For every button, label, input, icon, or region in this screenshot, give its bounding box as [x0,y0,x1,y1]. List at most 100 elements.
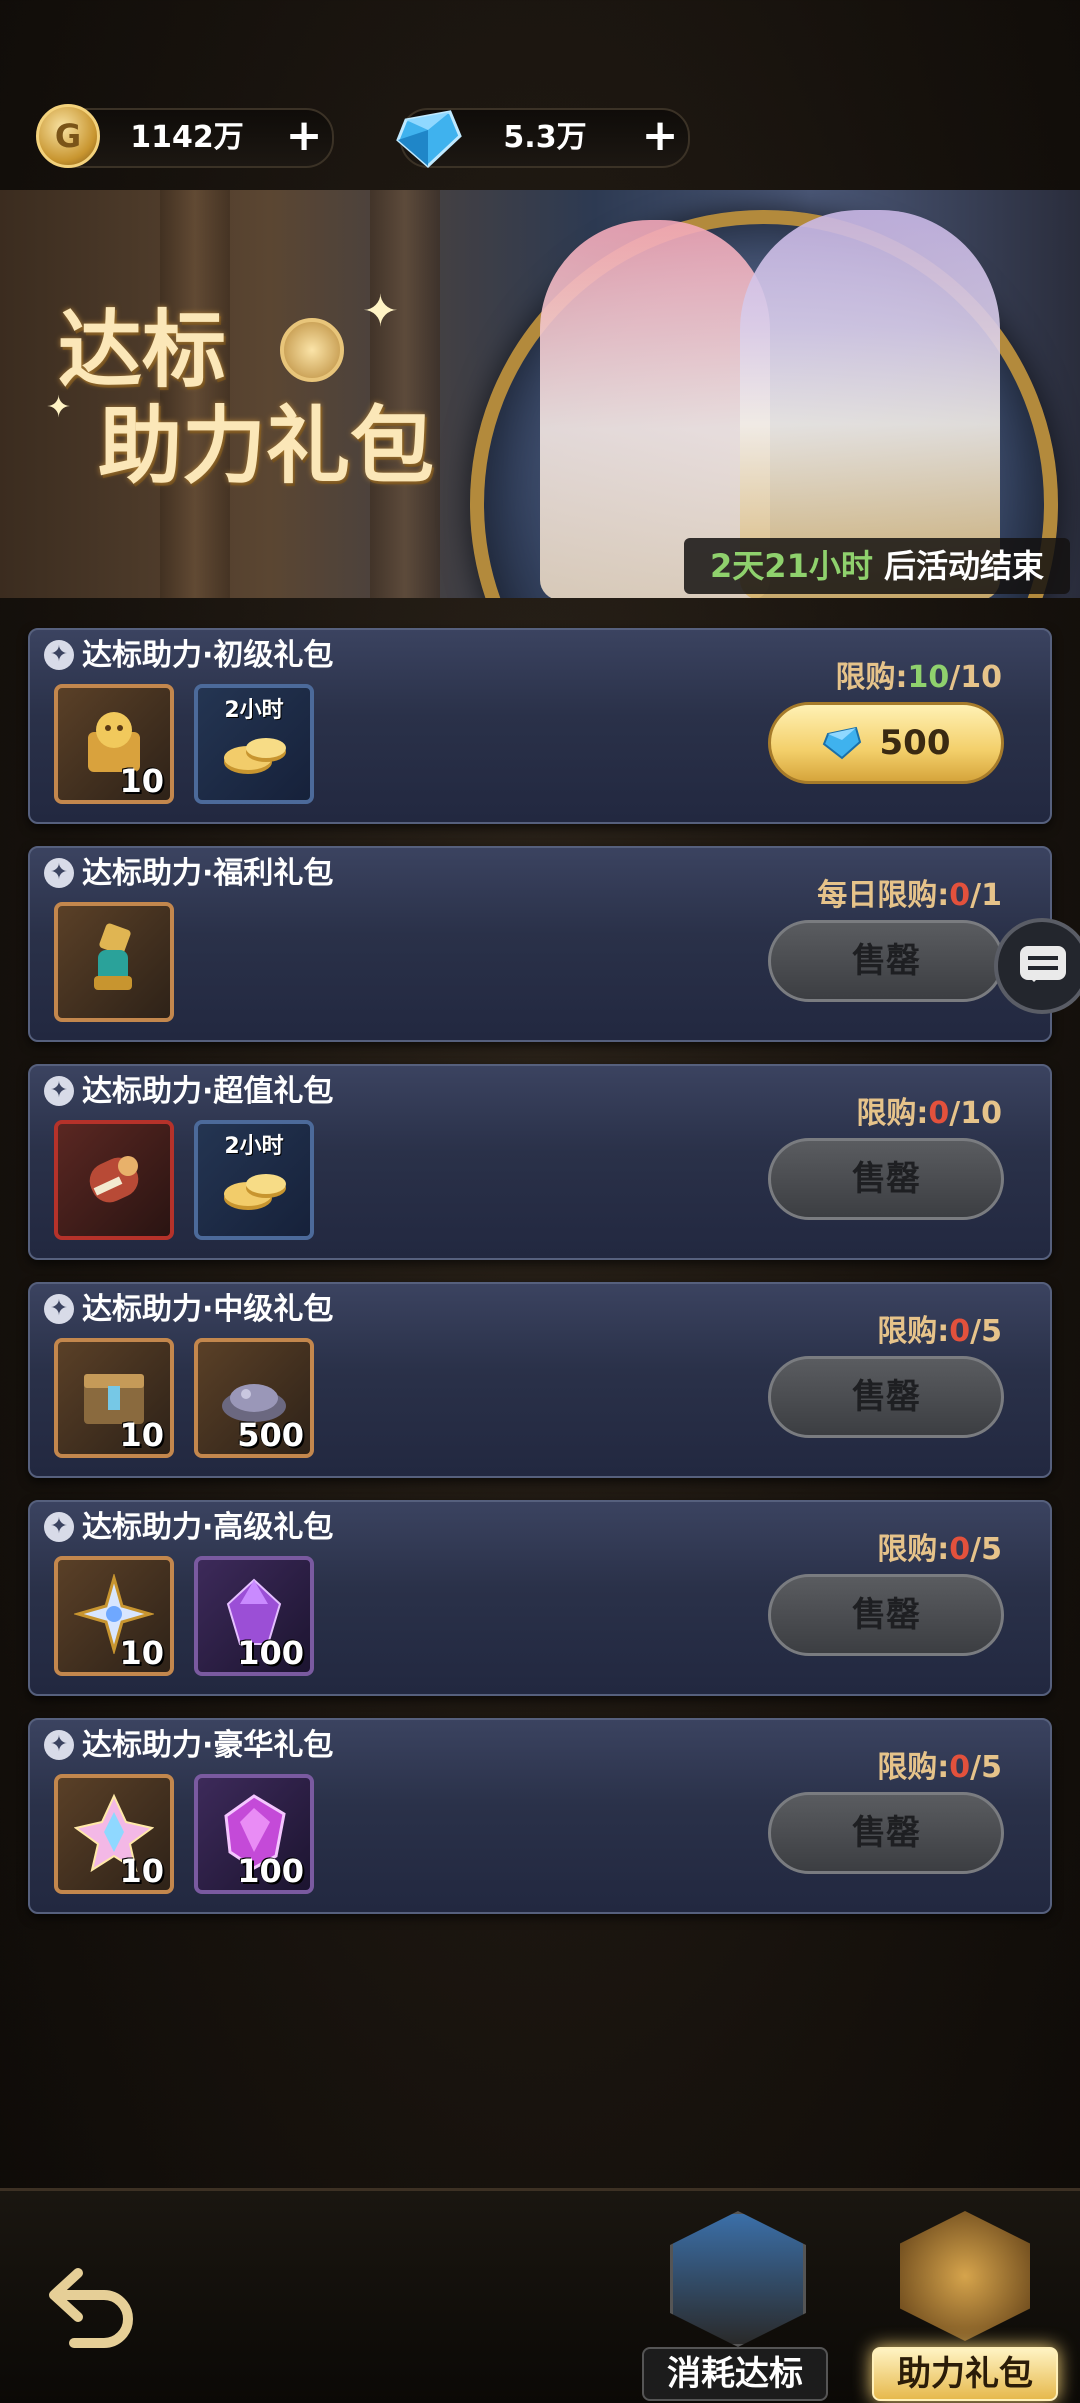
limit-max: /5 [970,1750,1002,1785]
tab-label: 消耗达标 [642,2347,828,2401]
treasure-chest-icon [670,2211,806,2347]
pack-title: 达标助力·超值礼包 [82,1074,334,1109]
chat-button[interactable] [994,918,1080,1014]
limit-used: 0 [949,1314,971,1349]
diamond-currency: 5.3万 + [396,108,690,169]
limit-max: /10 [949,660,1002,695]
item-purple-crystal[interactable]: 100 [194,1556,314,1676]
sparkle-badge-icon: ✦ [44,640,74,670]
sparkle-badge-icon: ✦ [44,1730,74,1760]
gold-coin-icon: G [36,104,100,168]
item-red-scroll[interactable] [54,1120,174,1240]
gold-currency: G 1142万 + [36,104,334,168]
banner-title-line1: 达标 [58,300,227,399]
pack-title: 达标助力·初级礼包 [82,638,334,673]
add-gold-button[interactable]: + [280,112,328,160]
item-count: 100 [237,1852,304,1890]
item-count: 10 [119,1416,164,1454]
limit-used: 0 [949,878,971,913]
back-arrow-icon[interactable] [44,2251,144,2351]
limit-max: /5 [970,1532,1002,1567]
sold-out-button[interactable]: 售罄 [768,1356,1004,1438]
item-gold-coins-2h[interactable]: 2小时 [194,684,314,804]
gold-amount: 1142万 [130,120,244,155]
tab-support-pack[interactable]: 助力礼包 [872,2211,1058,2401]
sold-out-button[interactable]: 售罄 [768,1792,1004,1874]
add-diamond-button[interactable]: + [636,112,684,160]
buy-price: 500 [879,723,951,763]
limit-label: 限购: [877,1750,950,1785]
limit-label: 限购: [877,1532,950,1567]
sparkle-badge-icon: ✦ [44,1512,74,1542]
item-count: 10 [119,1634,164,1672]
limit-used: 0 [949,1532,971,1567]
diamond-icon [396,110,462,169]
item-gift-chest[interactable]: 10 [54,1338,174,1458]
limit-label: 限购: [877,1314,950,1349]
banner-title: 达标 助力礼包 [58,302,434,494]
buy-button[interactable]: 500 [768,702,1004,784]
chat-icon [1020,946,1066,982]
limit-used: 0 [949,1750,971,1785]
item-count: 10 [119,762,164,800]
gold-chest-icon [900,2211,1030,2341]
pack-card: ✦ 达标助力·中级礼包 10 500 限购:0/5 售罄 [28,1282,1052,1478]
purchase-limit: 限购:0/5 [702,1524,1002,1568]
sparkle-badge-icon: ✦ [44,1294,74,1324]
item-gold-coins-2h[interactable]: 2小时 [194,1120,314,1240]
chat-icon-line [1028,966,1058,970]
sold-out-button[interactable]: 售罄 [768,1574,1004,1656]
gauntlet-icon [94,923,132,990]
diamond-amount: 5.3万 [503,120,587,155]
item-count: 10 [119,1852,164,1890]
limit-max: /10 [949,1096,1002,1131]
pack-title: 达标助力·中级礼包 [82,1292,334,1327]
banner-title-line2: 助力礼包 [98,396,435,495]
limit-label: 每日限购: [817,878,950,913]
chat-icon-line [1028,956,1058,960]
event-timer: 2天21小时 后活动结束 [684,538,1070,594]
red-scroll-icon [89,1156,139,1203]
limit-used: 10 [907,660,950,695]
tab-label: 助力礼包 [872,2347,1058,2401]
pack-title: 达标助力·高级礼包 [82,1510,334,1545]
item-star-crystal[interactable]: 10 [54,1556,174,1676]
item-ore-pile[interactable]: 500 [194,1338,314,1458]
purchase-limit: 限购:10/10 [702,652,1002,696]
timer-remaining: 2天21小时 [710,547,873,585]
sparkle-badge-icon: ✦ [44,858,74,888]
limit-max: /1 [970,878,1002,913]
event-banner: ✦ ✦ 达标 助力礼包 2天21小时 后活动结束 [0,190,1080,598]
sparkle-badge-icon: ✦ [44,1076,74,1106]
pack-title: 达标助力·豪华礼包 [82,1728,334,1763]
item-golden-statue[interactable]: 10 [54,684,174,804]
item-count: 100 [237,1634,304,1672]
pack-list: ✦ 达标助力·初级礼包 10 2小时 限购:10/10 500 ✦ 达标助力·福… [28,628,1052,1936]
tab-consume-target[interactable]: 消耗达标 [642,2211,828,2401]
pack-card: ✦ 达标助力·超值礼包 2小时 限购:0/10 售罄 [28,1064,1052,1260]
pack-card: ✦ 达标助力·初级礼包 10 2小时 限购:10/10 500 [28,628,1052,824]
pack-card: ✦ 达标助力·福利礼包 每日限购:0/1 售罄 [28,846,1052,1042]
limit-label: 限购: [835,660,908,695]
bottom-nav: 消耗达标 助力礼包 [0,2188,1080,2403]
pack-title: 达标助力·福利礼包 [82,856,334,891]
currency-bar: G 1142万 + 5.3万 + [0,100,1080,172]
limit-used: 0 [928,1096,950,1131]
purchase-limit: 限购:0/10 [702,1088,1002,1132]
item-prism-star[interactable]: 10 [54,1774,174,1894]
item-scroll[interactable] [54,902,174,1022]
sold-out-button[interactable]: 售罄 [768,1138,1004,1220]
diamond-icon [822,726,861,759]
pack-card: ✦ 达标助力·豪华礼包 10 100 限购:0/5 售罄 [28,1718,1052,1914]
limit-label: 限购: [856,1096,929,1131]
purchase-limit: 限购:0/5 [702,1306,1002,1350]
pack-card: ✦ 达标助力·高级礼包 10 100 限购:0/5 售罄 [28,1500,1052,1696]
gold-coins-icon [224,738,286,774]
item-magenta-crystal[interactable]: 100 [194,1774,314,1894]
timer-suffix: 后活动结束 [872,547,1044,585]
purchase-limit: 限购:0/5 [702,1742,1002,1786]
gold-coins-icon [224,1174,286,1210]
sold-out-button[interactable]: 售罄 [768,920,1004,1002]
purchase-limit: 每日限购:0/1 [702,870,1002,914]
limit-max: /5 [970,1314,1002,1349]
